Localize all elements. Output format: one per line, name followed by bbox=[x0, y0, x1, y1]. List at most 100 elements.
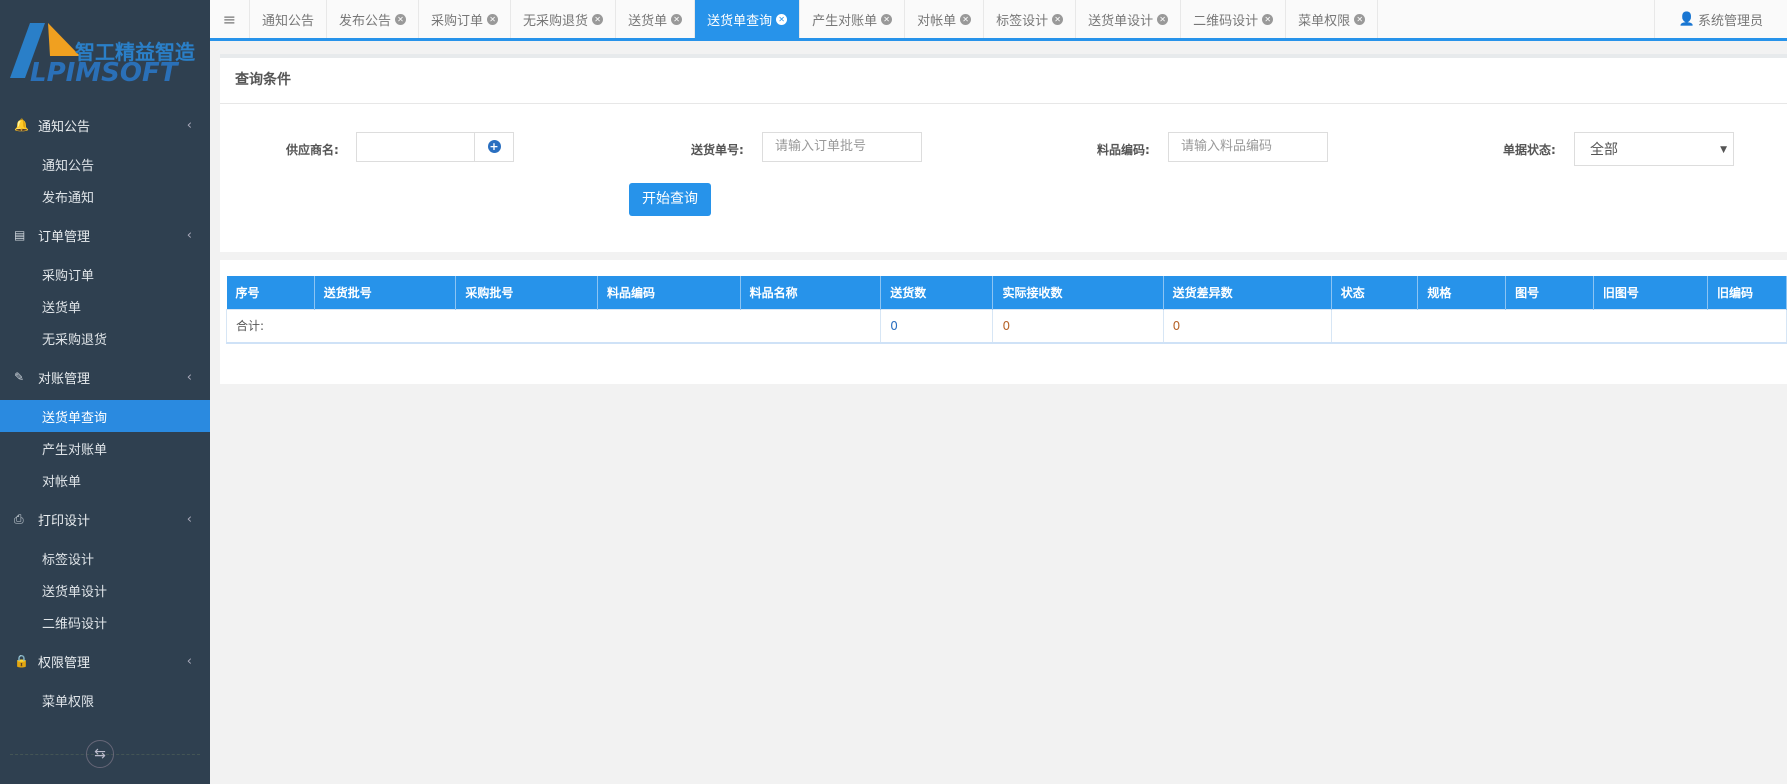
chevron-left-icon: ‹ bbox=[186, 511, 192, 527]
column-header[interactable]: 规格 bbox=[1417, 276, 1507, 309]
sidebar-nav: 🔔 通知公告 ‹ 通知公告 发布通知 ▤ 订单管理 ‹ 采购订单 送货单 无采购退货 ✎ 对账管理 ‹ 送货… bbox=[0, 102, 210, 716]
plus-icon: + bbox=[487, 140, 501, 153]
logo: 智工精益智造 LPIMSOFT bbox=[0, 18, 200, 88]
sidebar-item[interactable]: 发布通知 bbox=[0, 180, 210, 212]
status-select[interactable]: 全部 ▼ bbox=[1574, 132, 1734, 166]
sidebar-group-label: 权限管理 bbox=[38, 655, 91, 671]
sidebar-item[interactable]: 送货单设计 bbox=[0, 574, 210, 606]
tab[interactable]: 通知公告 bbox=[250, 0, 328, 38]
sidebar-item[interactable]: 送货单查询 bbox=[0, 400, 210, 432]
tab[interactable]: 采购订单 ✕ bbox=[419, 0, 512, 38]
close-icon[interactable]: ✕ bbox=[592, 13, 604, 25]
add-supplier-button[interactable]: + bbox=[474, 132, 514, 162]
column-header[interactable]: 送货差异数 bbox=[1163, 276, 1332, 309]
close-icon[interactable]: ✕ bbox=[671, 13, 683, 25]
sidebar: 智工精益智造 LPIMSOFT 🔔 通知公告 ‹ 通知公告 发布通知 ▤ 订单管理 ‹ 采购订单… bbox=[0, 0, 210, 784]
tab-label: 送货单查询 bbox=[707, 13, 773, 29]
item-code-input[interactable]: 请输入料品编码 bbox=[1168, 132, 1328, 162]
supplier-input[interactable] bbox=[356, 132, 475, 162]
dropdown-arrow-icon: ▼ bbox=[1720, 145, 1727, 155]
column-header[interactable]: 料品名称 bbox=[740, 276, 882, 309]
total-label: 合计: bbox=[225, 308, 882, 344]
print-icon: ⎙ bbox=[14, 511, 24, 526]
edit-icon: ✎ bbox=[14, 370, 25, 384]
column-header[interactable]: 送货批号 bbox=[314, 276, 457, 309]
tab-label: 菜单权限 bbox=[1298, 13, 1351, 29]
sidebar-item[interactable]: 无采购退货 bbox=[0, 322, 210, 354]
close-icon[interactable]: ✕ bbox=[395, 13, 407, 25]
column-header[interactable]: 序号 bbox=[226, 276, 315, 309]
close-icon[interactable]: ✕ bbox=[1052, 13, 1064, 25]
tab[interactable]: 二维码设计 ✕ bbox=[1181, 0, 1287, 38]
query-panel: 查询条件 供应商名: + 送货单号: 请输入订单批号 料品编码: 请输入料品编码… bbox=[220, 54, 1787, 252]
chevron-left-icon: ‹ bbox=[186, 227, 192, 243]
sidebar-item[interactable]: 二维码设计 bbox=[0, 606, 210, 638]
sidebar-group-0[interactable]: 🔔 通知公告 ‹ bbox=[0, 102, 210, 148]
delivery-no-input[interactable]: 请输入订单批号 bbox=[762, 132, 922, 162]
tab-label: 标签设计 bbox=[996, 13, 1049, 29]
tab-label: 产生对账单 bbox=[812, 13, 878, 29]
close-icon[interactable]: ✕ bbox=[776, 13, 788, 25]
status-value: 全部 bbox=[1590, 142, 1618, 158]
total-row: 合计: 0 0 0 bbox=[225, 308, 1787, 344]
tab[interactable]: 送货单 ✕ bbox=[616, 0, 696, 38]
chevron-left-icon: ‹ bbox=[186, 369, 192, 385]
chevron-left-icon: ‹ bbox=[186, 653, 192, 669]
tab-label: 二维码设计 bbox=[1193, 13, 1259, 29]
sidebar-item[interactable]: 菜单权限 bbox=[0, 684, 210, 716]
bell-icon: 🔔 bbox=[14, 118, 29, 132]
sidebar-group-label: 对账管理 bbox=[38, 371, 91, 387]
logo-brand: LPIMSOFT bbox=[30, 58, 178, 88]
tab[interactable]: 菜单权限 ✕ bbox=[1286, 0, 1379, 38]
tab-bar: ≡ 通知公告 发布公告 ✕ 采购订单 ✕ 无采购退货 ✕ 送货单 ✕ 送货单查询 ✕ 产生对账单 ✕ 对帐单… bbox=[210, 0, 1787, 41]
close-icon[interactable]: ✕ bbox=[1262, 13, 1274, 25]
sidebar-group-2[interactable]: ✎ 对账管理 ‹ bbox=[0, 354, 210, 400]
sidebar-item[interactable]: 对帐单 bbox=[0, 464, 210, 496]
total-delivered: 0 bbox=[880, 308, 994, 344]
sidebar-group-label: 订单管理 bbox=[38, 229, 91, 245]
results-table: 序号 送货批号 采购批号 料品编码 料品名称 送货数 实际接收数 送货差异数 状态 规格 图号 旧图号… bbox=[225, 276, 1787, 344]
lock-icon: 🔒 bbox=[14, 654, 29, 668]
column-header[interactable]: 旧图号 bbox=[1593, 276, 1709, 309]
user-menu[interactable]: 👤 系统管理员 bbox=[1653, 0, 1787, 38]
sidebar-group-1[interactable]: ▤ 订单管理 ‹ bbox=[0, 212, 210, 258]
panel-title: 查询条件 bbox=[220, 58, 1787, 104]
results-panel: 序号 送货批号 采购批号 料品编码 料品名称 送货数 实际接收数 送货差异数 状态 规格 图号 旧图号… bbox=[220, 260, 1787, 384]
menu-toggle-icon[interactable]: ≡ bbox=[210, 0, 250, 38]
column-header[interactable]: 料品编码 bbox=[597, 276, 741, 309]
column-header[interactable]: 状态 bbox=[1331, 276, 1419, 309]
sidebar-item[interactable]: 产生对账单 bbox=[0, 432, 210, 464]
empty-cell bbox=[1330, 308, 1787, 344]
tab-label: 采购订单 bbox=[431, 13, 484, 29]
close-icon[interactable]: ✕ bbox=[881, 13, 893, 25]
column-header[interactable]: 采购批号 bbox=[455, 276, 598, 309]
close-icon[interactable]: ✕ bbox=[1354, 13, 1366, 25]
sidebar-item[interactable]: 标签设计 bbox=[0, 542, 210, 574]
close-icon[interactable]: ✕ bbox=[960, 13, 972, 25]
search-button[interactable]: 开始查询 bbox=[629, 183, 711, 216]
tab[interactable]: 发布公告 ✕ bbox=[327, 0, 420, 38]
sidebar-group-4[interactable]: 🔒 权限管理 ‹ bbox=[0, 638, 210, 684]
tab[interactable]: 送货单查询 ✕ bbox=[695, 0, 801, 38]
column-header[interactable]: 送货数 bbox=[880, 276, 994, 309]
sidebar-item[interactable]: 通知公告 bbox=[0, 148, 210, 180]
column-header[interactable]: 图号 bbox=[1505, 276, 1594, 309]
tab[interactable]: 标签设计 ✕ bbox=[984, 0, 1077, 38]
total-diff: 0 bbox=[1162, 308, 1332, 344]
tab[interactable]: 无采购退货 ✕ bbox=[511, 0, 617, 38]
column-header[interactable]: 实际接收数 bbox=[992, 276, 1164, 309]
tab[interactable]: 送货单设计 ✕ bbox=[1076, 0, 1182, 38]
tab[interactable]: 产生对账单 ✕ bbox=[800, 0, 906, 38]
column-header[interactable]: 旧编码 bbox=[1707, 276, 1787, 309]
sidebar-item[interactable]: 送货单 bbox=[0, 290, 210, 322]
collapse-toggle-icon[interactable]: ⇆ bbox=[86, 740, 114, 768]
status-label: 单据状态: bbox=[1503, 143, 1556, 157]
sidebar-item[interactable]: 采购订单 bbox=[0, 258, 210, 290]
tab[interactable]: 对帐单 ✕ bbox=[905, 0, 985, 38]
close-icon[interactable]: ✕ bbox=[487, 13, 499, 25]
chevron-left-icon: ‹ bbox=[186, 117, 192, 133]
user-icon: 👤 bbox=[1678, 11, 1695, 27]
close-icon[interactable]: ✕ bbox=[1157, 13, 1169, 25]
tab-label: 送货单设计 bbox=[1088, 13, 1154, 29]
sidebar-group-3[interactable]: ⎙ 打印设计 ‹ bbox=[0, 496, 210, 542]
